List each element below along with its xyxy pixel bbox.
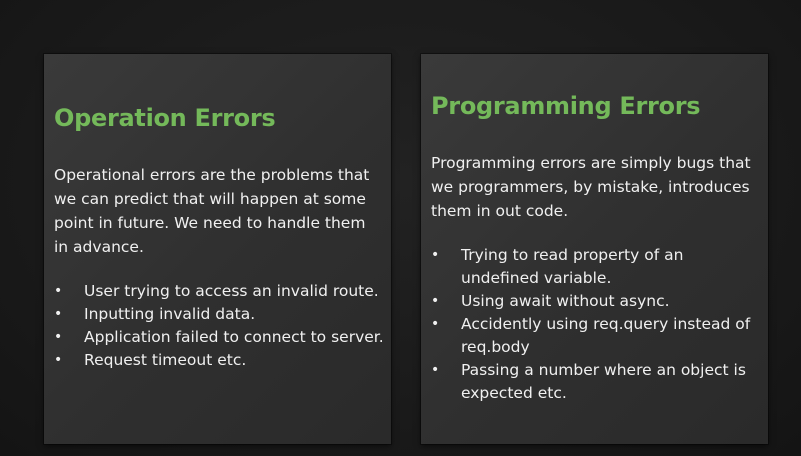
bullet-icon: • <box>54 352 63 368</box>
list-item-text: Using await without async. <box>461 292 670 310</box>
programming-errors-card: Programming Errors Programming errors ar… <box>421 54 768 444</box>
list-item-text: Accidently using req.query instead of re… <box>461 315 751 356</box>
bullet-icon: • <box>431 316 440 332</box>
list-item-text: Application failed to connect to server. <box>84 328 384 346</box>
operation-errors-title: Operation Errors <box>54 104 276 132</box>
programming-errors-title: Programming Errors <box>431 92 701 120</box>
list-item: • Request timeout etc. <box>54 349 384 372</box>
bullet-icon: • <box>431 362 440 378</box>
programming-errors-description: Programming errors are simply bugs that … <box>431 154 751 220</box>
list-item-text: Inputting invalid data. <box>84 305 256 323</box>
list-item-text: Passing a number where an object is expe… <box>461 361 746 402</box>
operation-errors-list: • User trying to access an invalid route… <box>54 280 384 372</box>
programming-errors-list: • Trying to read property of an undefine… <box>431 244 761 405</box>
list-item-text: User trying to access an invalid route. <box>84 282 379 300</box>
list-item: • Trying to read property of an undefine… <box>431 244 761 290</box>
bullet-icon: • <box>54 329 63 345</box>
bullet-icon: • <box>431 247 440 263</box>
list-item: • Application failed to connect to serve… <box>54 326 384 349</box>
operation-errors-card: Operation Errors Operational errors are … <box>44 54 391 444</box>
list-item-text: Request timeout etc. <box>84 351 247 369</box>
bullet-icon: • <box>431 293 440 309</box>
operation-errors-description: Operational errors are the problems that… <box>54 166 370 256</box>
list-item: • Inputting invalid data. <box>54 303 384 326</box>
bullet-icon: • <box>54 306 63 322</box>
list-item: • Using await without async. <box>431 290 761 313</box>
list-item: • User trying to access an invalid route… <box>54 280 384 303</box>
list-item: • Accidently using req.query instead of … <box>431 313 761 359</box>
list-item-text: Trying to read property of an undefined … <box>461 246 684 287</box>
bullet-icon: • <box>54 283 63 299</box>
list-item: • Passing a number where an object is ex… <box>431 359 761 405</box>
